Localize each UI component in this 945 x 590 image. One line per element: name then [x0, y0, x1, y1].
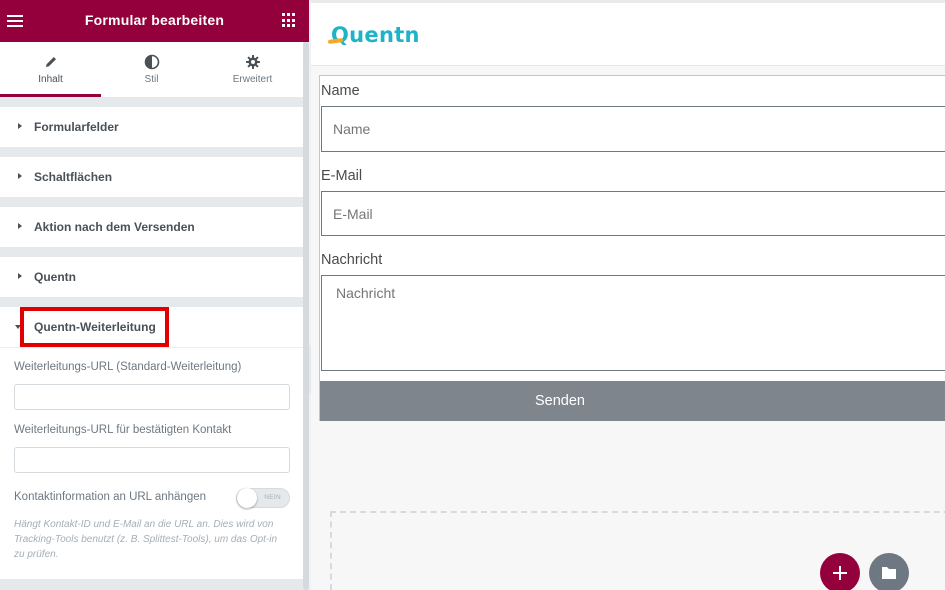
add-section-button[interactable] — [820, 553, 860, 590]
tab-label: Stil — [144, 74, 159, 85]
widgets-grid-icon[interactable] — [282, 13, 297, 28]
section-title: Aktion nach dem Versenden — [34, 220, 195, 234]
senden-label: Senden — [535, 393, 585, 409]
caret-right-icon — [18, 273, 22, 279]
quentn-logo: Quentn — [327, 23, 420, 47]
redirect-url-input[interactable] — [14, 384, 290, 410]
toggle-text: NEIN — [264, 494, 281, 501]
confirmed-url-label: Weiterleitungs-URL für bestätigten Konta… — [14, 424, 232, 436]
contrast-icon — [144, 54, 159, 70]
name-label: Name — [321, 83, 360, 99]
sidebar-scrollbar[interactable] — [303, 42, 309, 590]
tab-label: Erweitert — [232, 74, 273, 85]
section-title: Quentn-Weiterleitung — [34, 320, 156, 334]
caret-right-icon — [18, 123, 22, 129]
tab-stil[interactable]: Stil — [101, 42, 202, 97]
tab-label: Inhalt — [38, 74, 63, 85]
folder-icon — [882, 567, 896, 579]
section-aktion-nach-versenden[interactable]: Aktion nach dem Versenden — [0, 207, 303, 247]
section-schaltflaechen[interactable]: Schaltflächen — [0, 157, 303, 197]
contact-form: Name E-Mail Nachricht Senden — [319, 75, 945, 421]
caret-right-icon — [18, 173, 22, 179]
sidebar-header: Formular bearbeiten — [0, 0, 309, 42]
message-textarea[interactable] — [321, 275, 945, 371]
email-input[interactable] — [321, 191, 945, 236]
section-quentn-weiterleitung[interactable]: Quentn-Weiterleitung — [0, 307, 303, 347]
append-contact-label: Kontaktinformation an URL anhängen — [14, 491, 207, 503]
pencil-icon — [45, 57, 56, 67]
logo-text: Quentn — [331, 23, 420, 47]
confirmed-url-input[interactable] — [14, 447, 290, 473]
section-title: Schaltflächen — [34, 170, 113, 184]
redirect-url-label: Weiterleitungs-URL (Standard-Weiterleitu… — [14, 361, 242, 373]
editor-sidebar: Formular bearbeiten Inhalt Stil Erweiter… — [0, 0, 309, 590]
tab-erweitert[interactable]: Erweitert — [202, 42, 303, 97]
caret-right-icon — [18, 223, 22, 229]
tab-inhalt[interactable]: Inhalt — [0, 42, 101, 97]
sidebar-title: Formular bearbeiten — [84, 12, 225, 28]
message-label: Nachricht — [321, 252, 383, 268]
append-contact-toggle[interactable]: NEIN — [236, 488, 290, 508]
section-quentn[interactable]: Quentn — [0, 257, 303, 297]
gear-icon — [245, 55, 260, 69]
section-title: Quentn — [34, 270, 76, 284]
panel-tabs: Inhalt Stil Erweitert — [0, 42, 303, 97]
section-formularfelder[interactable]: Formularfelder — [0, 107, 303, 147]
scrollbar-thumb[interactable] — [303, 42, 309, 590]
email-label: E-Mail — [321, 168, 363, 184]
append-contact-hint: Hängt Kontakt-ID und E-Mail an die URL a… — [14, 519, 278, 560]
senden-button[interactable]: Senden — [320, 381, 945, 421]
name-input[interactable] — [321, 106, 945, 152]
section-title: Formularfelder — [34, 120, 119, 134]
add-template-button[interactable] — [869, 553, 909, 590]
preview-header: Quentn — [311, 0, 945, 66]
caret-down-icon — [15, 325, 21, 329]
page-preview: Quentn Name E-Mail Nachricht Senden — [311, 0, 945, 590]
toggle-knob — [237, 488, 257, 508]
